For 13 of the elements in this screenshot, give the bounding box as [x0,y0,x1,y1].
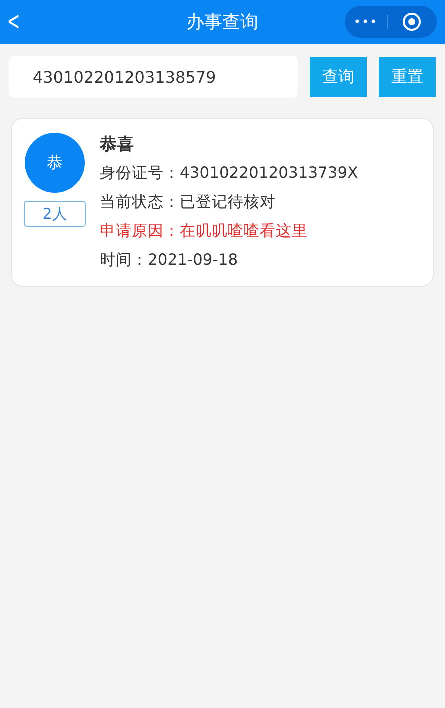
info-line: 申请原因：在叽叽喳喳看这里 [100,221,309,242]
info-line: 当前状态：已登记待核对 [100,192,277,213]
info-line: 时间：2021-09-18 [100,250,240,271]
more-button[interactable]: ••• [345,15,388,29]
person-name: 恭喜 [100,134,135,156]
page-title: 办事查询 [186,11,258,34]
search-field[interactable]: 430102201203138579 [9,56,298,98]
avatar: 恭 [25,133,85,193]
back-button[interactable]: < [0,7,44,37]
search-button[interactable]: 查询 [310,57,367,97]
count-badge: 2人 [24,201,86,227]
info-line: 身份证号：43010220120313739X [100,163,358,184]
search-button[interactable]: 重置 [379,57,436,97]
